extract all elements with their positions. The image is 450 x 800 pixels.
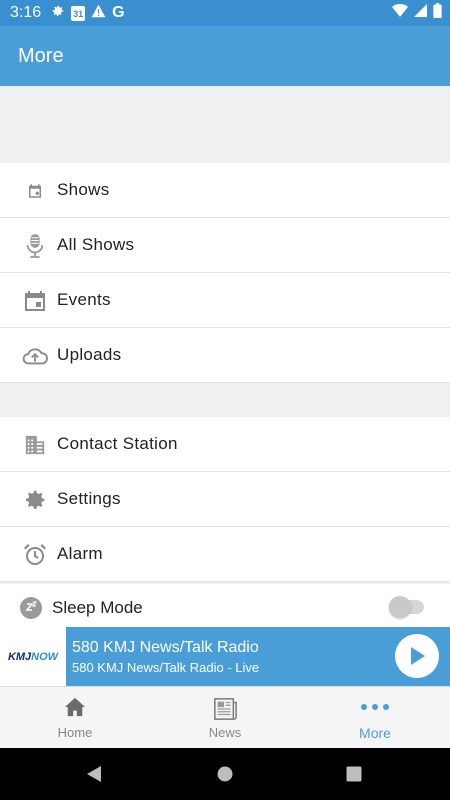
sleep-mode-label: Sleep Mode — [52, 598, 143, 617]
menu-item-all-shows[interactable]: All Shows — [0, 218, 450, 273]
signal-icon — [414, 4, 427, 22]
menu-item-settings[interactable]: Settings — [0, 472, 450, 527]
tab-news[interactable]: News — [150, 687, 300, 749]
logo-text-main: KMJ — [7, 650, 32, 663]
status-bar: 3:16 31 G — [0, 0, 450, 26]
player-info[interactable]: 580 KMJ News/Talk Radio 580 KMJ News/Tal… — [66, 627, 450, 686]
more-dots-icon — [300, 703, 450, 711]
cloud-upload-icon — [22, 343, 48, 369]
gear-status-icon — [51, 4, 65, 23]
menu-item-label: Settings — [57, 489, 121, 508]
station-name: 580 KMJ News/Talk Radio — [72, 639, 259, 656]
alarm-clock-icon — [22, 542, 48, 568]
menu-group-content: Shows All Shows Events Uploads — [0, 163, 450, 383]
building-icon — [22, 432, 48, 458]
sleep-clock-icon — [18, 595, 44, 621]
app-bar: More — [0, 26, 450, 86]
wifi-icon — [392, 3, 408, 22]
station-logo-text: KMJNOW — [8, 651, 58, 663]
calendar-day-text: 31 — [73, 8, 84, 19]
tab-label: News — [208, 725, 242, 740]
tab-home[interactable]: Home — [0, 687, 150, 749]
bottom-tab-bar: Home News More — [0, 686, 450, 748]
sleep-mode-toggle[interactable] — [389, 596, 424, 618]
mini-player[interactable]: KMJNOW 580 KMJ News/Talk Radio 580 KMJ N… — [0, 627, 450, 686]
play-button[interactable] — [395, 634, 439, 678]
menu-item-sleep-mode[interactable]: Sleep Mode — [0, 584, 450, 630]
menu-item-label: Uploads — [57, 345, 122, 364]
calendar-small-icon — [22, 178, 48, 204]
home-icon — [0, 697, 150, 717]
station-logo: KMJNOW — [0, 627, 66, 686]
microphone-icon — [22, 233, 48, 259]
battery-icon — [433, 3, 442, 23]
calendar-icon — [22, 288, 48, 314]
stream-label: 580 KMJ News/Talk Radio - Live — [72, 660, 260, 675]
recents-icon[interactable] — [346, 766, 362, 787]
tab-more[interactable]: More — [300, 687, 450, 749]
menu-item-contact-station[interactable]: Contact Station — [0, 417, 450, 472]
newspaper-icon — [150, 697, 300, 721]
google-icon: G — [112, 4, 125, 21]
page-title: More — [18, 45, 64, 67]
back-icon[interactable] — [86, 765, 102, 788]
menu-item-label: Contact Station — [57, 434, 178, 453]
tab-label: More — [359, 725, 391, 741]
toggle-knob — [389, 596, 411, 618]
menu-group-station: Contact Station Settings Alarm — [0, 417, 450, 582]
menu-item-alarm[interactable]: Alarm — [0, 527, 450, 582]
home-nav-icon[interactable] — [217, 766, 233, 787]
system-nav-bar — [0, 748, 450, 800]
menu-item-uploads[interactable]: Uploads — [0, 328, 450, 383]
tab-label: Home — [57, 725, 93, 740]
menu-item-label: Shows — [57, 180, 110, 199]
menu-item-label: Alarm — [57, 544, 103, 563]
logo-text-accent: NOW — [31, 650, 59, 663]
play-icon — [411, 647, 425, 665]
menu-item-label: All Shows — [57, 235, 135, 254]
gear-icon — [22, 487, 48, 513]
menu-item-shows[interactable]: Shows — [0, 163, 450, 218]
menu-item-events[interactable]: Events — [0, 273, 450, 328]
warning-icon — [91, 4, 106, 23]
status-time: 3:16 — [10, 4, 42, 21]
menu-item-label: Events — [57, 290, 111, 309]
calendar-status-icon: 31 — [71, 5, 86, 21]
